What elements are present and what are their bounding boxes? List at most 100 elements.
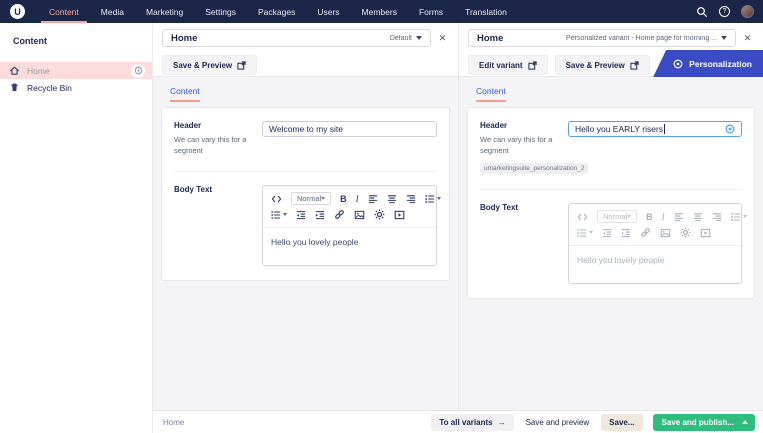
left-title-bar[interactable]: Home Default [162,29,431,47]
sidebar-item-label: Home [27,66,50,76]
sidebar-item-home[interactable]: Home [0,62,152,79]
breadcrumb[interactable]: Home [163,418,184,427]
nav-item-settings[interactable]: Settings [194,0,247,23]
italic-icon[interactable]: I [356,194,359,204]
media-embed-icon[interactable] [700,228,711,238]
field-label: Header [480,121,558,130]
field-label: Body Text [480,203,558,212]
right-header-field: Header We can vary this for a segment um… [480,121,742,175]
to-all-variants-button[interactable]: To all variants → [431,414,513,431]
search-icon[interactable] [696,6,708,18]
align-center-icon[interactable] [693,212,703,222]
indent-icon[interactable] [621,228,631,238]
footer-actions: To all variants → Save and preview Save.… [431,414,755,431]
umbraco-logo-icon[interactable]: U [10,4,25,19]
align-right-icon[interactable] [406,194,416,204]
numbered-list-icon[interactable] [271,210,287,220]
left-rich-text-editor[interactable]: Normal B I [262,185,437,266]
content-tree-sidebar: Content Home Recycle Bin [0,23,153,433]
image-icon[interactable] [660,228,671,238]
help-icon[interactable]: ? [719,6,730,17]
right-body-text-content[interactable]: Hello you lovely people [569,245,741,283]
indent-icon[interactable] [315,210,325,220]
bold-icon[interactable]: B [340,194,347,204]
left-page-title: Home [171,33,197,44]
personalization-ribbon[interactable]: Personalization [653,50,763,77]
text-cursor [664,124,665,134]
image-icon[interactable] [354,210,365,220]
chevron-down-icon [743,215,747,218]
nav-item-content[interactable]: Content [38,0,90,23]
nav-item-users[interactable]: Users [306,0,350,23]
source-code-icon[interactable] [577,212,588,222]
right-save-preview-button[interactable]: Save & Preview [555,55,650,75]
left-header-input[interactable]: Welcome to my site [262,121,437,137]
left-close-icon[interactable]: ✕ [436,29,449,47]
right-close-icon[interactable]: ✕ [741,29,754,47]
nav-menu: Content Media Marketing Settings Package… [38,0,518,23]
right-body-field: Body Text Normal B I [480,189,742,284]
right-variant-dropdown[interactable]: Personalized variant - Home page for mor… [566,35,727,42]
right-header-input[interactable]: Hello you EARLY risers [568,121,742,137]
home-icon [9,65,20,76]
right-title-bar[interactable]: Home Personalized variant - Home page fo… [468,29,736,47]
numbered-list-icon[interactable] [577,228,593,238]
right-page-title: Home [477,33,503,44]
personalization-indicator-icon[interactable] [131,64,145,78]
external-link-icon [237,61,246,70]
left-body-text-content[interactable]: Hello you lovely people [263,227,436,265]
nav-right-tools: ? [696,5,763,18]
chevron-down-icon [416,36,422,40]
edit-variant-button[interactable]: Edit variant [468,55,548,75]
bold-icon[interactable]: B [646,212,653,222]
save-button[interactable]: Save... [601,414,642,431]
gear-icon[interactable] [374,209,385,220]
format-select[interactable]: Normal [291,192,331,205]
split-editor-area: Home Default ✕ Save & Preview Content [153,23,763,410]
right-rich-text-editor[interactable]: Normal B I [568,203,742,284]
left-body-field: Body Text Normal B I [174,171,437,266]
top-nav: U Content Media Marketing Settings Packa… [0,0,763,23]
chevron-up-icon[interactable] [742,420,748,424]
nav-item-packages[interactable]: Packages [247,0,306,23]
media-embed-icon[interactable] [394,210,405,220]
outdent-icon[interactable] [296,210,306,220]
right-panel-body: Content Header We can vary this for a se… [459,77,763,410]
nav-item-media[interactable]: Media [90,0,135,23]
nav-item-translation[interactable]: Translation [454,0,518,23]
avatar[interactable] [741,5,754,18]
format-select[interactable]: Normal [597,210,637,223]
format-select-value: Normal [603,212,627,221]
left-property-card: Header We can vary this for a segment We… [161,107,450,281]
chevron-down-icon [627,215,631,218]
nav-item-forms[interactable]: Forms [408,0,454,23]
gear-icon[interactable] [680,227,691,238]
arrow-right-icon: → [498,418,506,427]
outdent-icon[interactable] [602,228,612,238]
align-left-icon[interactable] [674,212,684,222]
link-icon[interactable] [334,209,345,220]
sidebar-item-recycle-bin[interactable]: Recycle Bin [0,79,152,96]
link-icon[interactable] [640,227,651,238]
left-panel-body: Content Header We can vary this for a se… [153,77,458,410]
source-code-icon[interactable] [271,194,282,204]
edit-variant-label: Edit variant [479,61,523,70]
bullet-list-icon[interactable] [731,212,747,222]
align-right-icon[interactable] [712,212,722,222]
bullet-list-icon[interactable] [425,194,441,204]
nav-item-members[interactable]: Members [351,0,408,23]
chevron-down-icon [283,213,287,216]
left-tab-content[interactable]: Content [170,86,200,102]
left-variant-label: Default [390,35,412,42]
align-left-icon[interactable] [368,194,378,204]
save-and-preview-button[interactable]: Save and preview [524,414,592,431]
align-center-icon[interactable] [387,194,397,204]
nav-item-marketing[interactable]: Marketing [135,0,194,23]
right-tab-content[interactable]: Content [476,86,506,102]
left-save-preview-button[interactable]: Save & Preview [162,55,257,75]
personalized-field-icon [725,124,735,134]
save-and-publish-button[interactable]: Save and publish... [653,414,755,431]
left-variant-dropdown[interactable]: Default [390,35,422,42]
right-panel-header: Home Personalized variant - Home page fo… [459,23,763,77]
italic-icon[interactable]: I [662,212,665,222]
